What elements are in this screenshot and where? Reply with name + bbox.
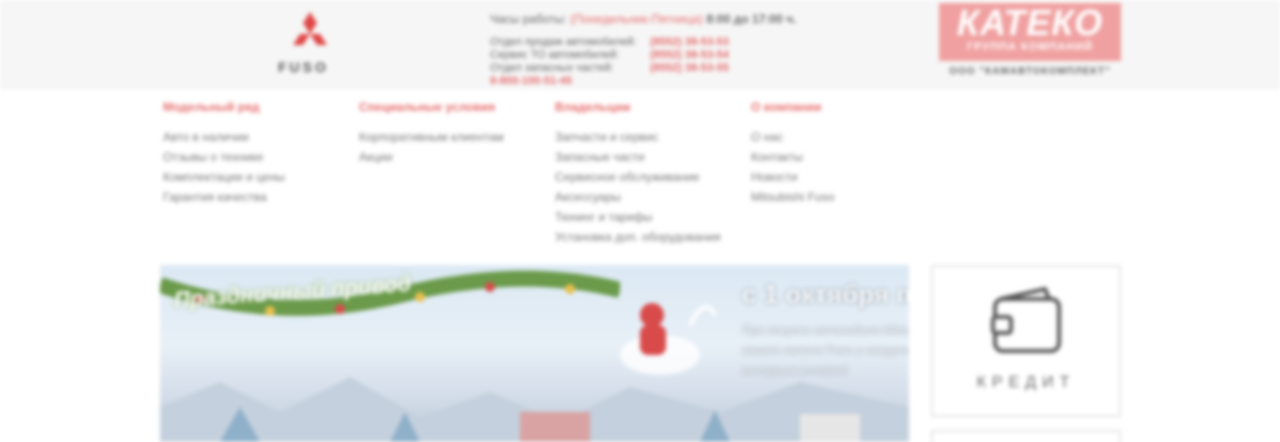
menu-item[interactable]: Запчасти и сервис [555,127,751,147]
page: FUSO Часы работы: (Понедельник-Пятница) … [0,0,1280,442]
menu-column-title[interactable]: О компании [751,100,947,114]
credit-card-link[interactable]: КРЕДИТ [931,265,1121,417]
credit-label: КРЕДИТ [976,374,1076,391]
brand-company: ООО "КАМАВТОКОМПЛЕКТ" [949,66,1111,77]
menu-item[interactable]: Корпоративным клиентам [359,127,555,147]
menu-column-title[interactable]: Специальные условия [359,100,555,114]
menu-item[interactable]: Новости [751,167,947,187]
side-card-next[interactable] [931,430,1121,442]
menu-item[interactable]: Запасные части [555,147,751,167]
menu-column: Владельцам Запчасти и сервис Запасные ча… [555,100,751,247]
menu-item[interactable]: Установка доп. оборудования [555,227,751,247]
working-hours: Часы работы: (Понедельник-Пятница) 8:00 … [490,12,796,26]
hours-days: (Понедельник-Пятница) [570,12,704,26]
menu-item[interactable]: Комплектации и цены [163,167,359,187]
banner-date: с 1 октября по 25 декабря [742,279,909,309]
menu-item[interactable]: Отзывы о технике [163,147,359,167]
contacts-block: Отдел продаж автомобилей: (8552) 38-53-5… [490,36,729,88]
menu-item[interactable]: Mitsubishi Fuso [751,187,947,207]
mitsubishi-diamonds-icon [293,12,327,45]
brand-name: КАТЕКО [956,2,1104,43]
hotline-phone[interactable]: 8-800-100-51-45 [490,75,729,88]
contact-row: Отдел запасных частей: (8552) 38-53-55 [490,62,729,75]
fuso-logo[interactable]: FUSO [272,12,348,78]
kateko-logo[interactable]: КАТЕКО ГРУППА КОМПАНИЙ [939,3,1121,61]
contact-label: Отдел запасных частей: [490,62,614,74]
promo-banner[interactable]: Праздничный привод с 1 октября по 25 дек… [160,265,909,442]
menu-column-title[interactable]: Владельцам [555,100,751,114]
contact-row: Сервис ТО автомобилей: (8552) 38-53-54 [490,49,729,62]
menu-column: О компании О нас Контакты Новости Mitsub… [751,100,947,247]
contact-label: Сервис ТО автомобилей: [490,49,620,61]
contact-phone[interactable]: (8552) 38-53-53 [650,36,729,49]
menu-column: Модельный ряд Авто в наличии Отзывы о те… [163,100,359,247]
menu-column-title[interactable]: Модельный ряд [163,100,359,114]
menu-item[interactable]: Аксессуары [555,187,751,207]
contact-phone[interactable]: (8552) 38-53-55 [650,62,729,75]
hours-time: 8:00 до 17:00 ч. [706,12,797,26]
site-header: FUSO Часы работы: (Понедельник-Пятница) … [0,0,1280,90]
menu-item[interactable]: Авто в наличии [163,127,359,147]
menu-item[interactable]: О нас [751,127,947,147]
contact-phone[interactable]: (8552) 38-53-54 [650,49,729,62]
menu-item[interactable]: Контакты [751,147,947,167]
menu-column: Специальные условия Корпоративным клиент… [359,100,555,247]
menu-item[interactable]: Тюнинг и тарифы [555,207,751,227]
logo-text: FUSO [278,59,329,75]
menu-item[interactable]: Гарантия качества [163,187,359,207]
winter-landscape [160,377,909,442]
menu-item[interactable]: Сервисное обслуживание [555,167,751,187]
wallet-icon [991,287,1061,353]
contact-row: Отдел продаж автомобилей: (8552) 38-53-5… [490,36,729,49]
contact-label: Отдел продаж автомобилей: [490,36,637,48]
main-menu: Модельный ряд Авто в наличии Отзывы о те… [163,100,947,247]
hours-label: Часы работы: [490,12,567,26]
menu-item[interactable]: Акции [359,147,555,167]
